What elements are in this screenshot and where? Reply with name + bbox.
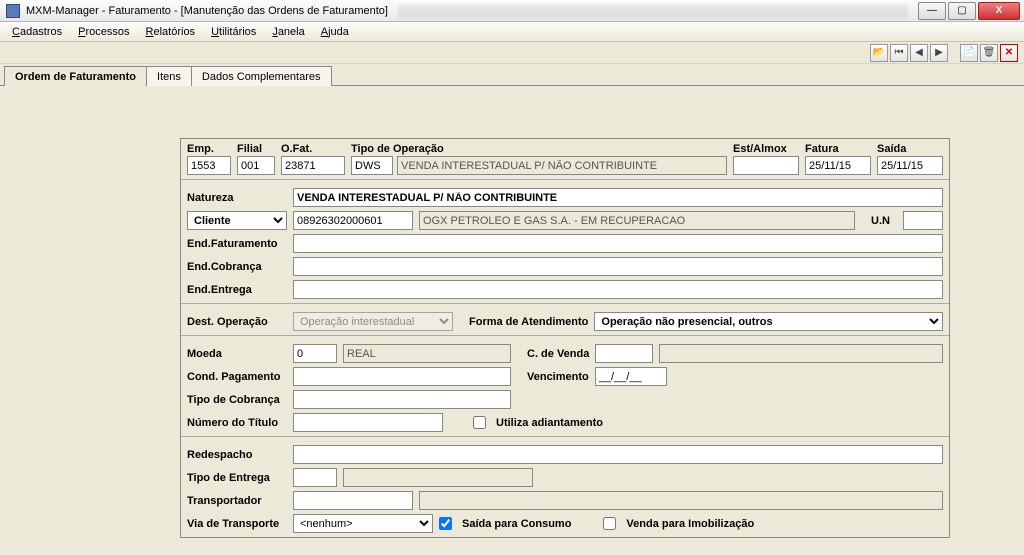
main-panel: Emp. Filial O.Fat. Tipo de Operação xyxy=(0,88,1024,555)
emp-input[interactable] xyxy=(187,156,231,175)
transp-label: Transportador xyxy=(187,495,287,507)
forma-select[interactable]: Operação não presencial, outros xyxy=(594,312,943,331)
cond-pag-label: Cond. Pagamento xyxy=(187,371,287,383)
header-row: Emp. Filial O.Fat. Tipo de Operação xyxy=(187,143,943,175)
destop-label: Dest. Operação xyxy=(187,316,287,328)
ofat-label: O.Fat. xyxy=(281,143,345,155)
cliente-type-select[interactable]: Cliente xyxy=(187,211,287,230)
section-destop: Dest. Operação Operação interestadual Fo… xyxy=(181,304,949,336)
end-ent-input[interactable] xyxy=(293,280,943,299)
cliente-code-input[interactable] xyxy=(293,211,413,230)
minimize-button[interactable]: — xyxy=(918,2,946,20)
transp-code-input[interactable] xyxy=(293,491,413,510)
tipoop-label: Tipo de Operação xyxy=(351,143,727,155)
via-label: Via de Transporte xyxy=(187,518,287,530)
menu-janela[interactable]: Janela xyxy=(266,24,310,40)
ofat-input[interactable] xyxy=(281,156,345,175)
toolbar-nav-group: 📂 ⏮ ◀ ▶ xyxy=(870,44,948,62)
cvenda-label: C. de Venda xyxy=(527,348,589,360)
transp-desc-input xyxy=(419,491,943,510)
numtit-label: Número do Título xyxy=(187,417,287,429)
tcob-input[interactable] xyxy=(293,390,511,409)
app-icon xyxy=(6,4,20,18)
menu-cadastros[interactable]: Cadastros xyxy=(6,24,68,40)
maximize-button[interactable]: ▢ xyxy=(948,2,976,20)
cvenda-desc-input xyxy=(659,344,943,363)
fatura-input[interactable] xyxy=(805,156,871,175)
saida-consumo-label: Saída para Consumo xyxy=(462,518,571,530)
numtit-input[interactable] xyxy=(293,413,443,432)
form-frame: Emp. Filial O.Fat. Tipo de Operação xyxy=(180,138,950,538)
menu-processos[interactable]: Processos xyxy=(72,24,135,40)
moeda-label: Moeda xyxy=(187,348,287,360)
titlebar: MXM-Manager - Faturamento - [Manutenção … xyxy=(0,0,1024,22)
redes-input[interactable] xyxy=(293,445,943,464)
toolbar-report-icon[interactable]: 📄 xyxy=(960,44,978,62)
saida-input[interactable] xyxy=(877,156,943,175)
fatura-label: Fatura xyxy=(805,143,871,155)
adiant-checkbox[interactable] xyxy=(473,416,486,429)
un-input[interactable] xyxy=(903,211,943,230)
section-cliente: Natureza Cliente U.N End.Faturamento End… xyxy=(181,180,949,304)
section-pagamento: Moeda C. de Venda Cond. Pagamento Vencim… xyxy=(181,336,949,437)
estalmox-input[interactable] xyxy=(733,156,799,175)
toolbar-open-icon[interactable]: 📂 xyxy=(870,44,888,62)
venda-imob-checkbox[interactable] xyxy=(603,517,616,530)
end-fat-input[interactable] xyxy=(293,234,943,253)
filial-label: Filial xyxy=(237,143,275,155)
forma-label: Forma de Atendimento xyxy=(469,316,588,328)
cliente-name-input xyxy=(419,211,855,230)
saida-label: Saída xyxy=(877,143,943,155)
toolbar-first-icon[interactable]: ⏮ xyxy=(890,44,908,62)
section-header: Emp. Filial O.Fat. Tipo de Operação xyxy=(181,139,949,180)
moeda-code-input[interactable] xyxy=(293,344,337,363)
tentrega-desc-input xyxy=(343,468,533,487)
window-title: MXM-Manager - Faturamento - [Manutenção … xyxy=(26,5,388,17)
toolbar-close-icon[interactable]: ✕ xyxy=(1000,44,1018,62)
cvenda-input[interactable] xyxy=(595,344,653,363)
section-transporte: Redespacho Tipo de Entrega Transportador… xyxy=(181,437,949,537)
tentrega-label: Tipo de Entrega xyxy=(187,472,287,484)
titlebar-blur xyxy=(398,4,908,18)
tabstrip: Ordem de Faturamento Itens Dados Complem… xyxy=(0,64,1024,86)
toolbar-prev-icon[interactable]: ◀ xyxy=(910,44,928,62)
toolbar-delete-icon[interactable]: 🗑 xyxy=(980,44,998,62)
adiant-label: Utiliza adiantamento xyxy=(496,417,603,429)
end-fat-label: End.Faturamento xyxy=(187,238,287,250)
end-cob-input[interactable] xyxy=(293,257,943,276)
filial-input[interactable] xyxy=(237,156,275,175)
tab-dados-complementares[interactable]: Dados Complementares xyxy=(191,66,332,86)
tab-ordem-faturamento[interactable]: Ordem de Faturamento xyxy=(4,66,147,86)
venc-input[interactable] xyxy=(595,367,667,386)
end-cob-label: End.Cobrança xyxy=(187,261,287,273)
toolbar-row: 📂 ⏮ ◀ ▶ 📄 🗑 ✕ xyxy=(0,42,1024,64)
estalmox-label: Est/Almox xyxy=(733,143,799,155)
destop-select[interactable]: Operação interestadual xyxy=(293,312,453,331)
menu-relatorios[interactable]: Relatórios xyxy=(140,24,202,40)
venda-imob-label: Venda para Imobilização xyxy=(626,518,754,530)
via-select[interactable]: <nenhum> xyxy=(293,514,433,533)
cond-pag-input[interactable] xyxy=(293,367,511,386)
moeda-name-input xyxy=(343,344,511,363)
menu-ajuda[interactable]: Ajuda xyxy=(315,24,355,40)
saida-consumo-checkbox[interactable] xyxy=(439,517,452,530)
un-label: U.N xyxy=(871,215,897,227)
close-button[interactable]: X xyxy=(978,2,1020,20)
redes-label: Redespacho xyxy=(187,449,287,461)
toolbar-next-icon[interactable]: ▶ xyxy=(930,44,948,62)
natureza-label: Natureza xyxy=(187,192,287,204)
toolbar-action-group: 📄 🗑 ✕ xyxy=(960,44,1018,62)
tipoop-code-input[interactable] xyxy=(351,156,393,175)
window-buttons: — ▢ X xyxy=(918,2,1020,20)
emp-label: Emp. xyxy=(187,143,231,155)
tcob-label: Tipo de Cobrança xyxy=(187,394,287,406)
end-ent-label: End.Entrega xyxy=(187,284,287,296)
tipoop-desc-input xyxy=(397,156,727,175)
natureza-input[interactable] xyxy=(293,188,943,207)
menubar: Cadastros Processos Relatórios Utilitári… xyxy=(0,22,1024,42)
venc-label: Vencimento xyxy=(527,371,589,383)
tab-itens[interactable]: Itens xyxy=(146,66,192,86)
tentrega-code-input[interactable] xyxy=(293,468,337,487)
menu-utilitarios[interactable]: Utilitários xyxy=(205,24,262,40)
